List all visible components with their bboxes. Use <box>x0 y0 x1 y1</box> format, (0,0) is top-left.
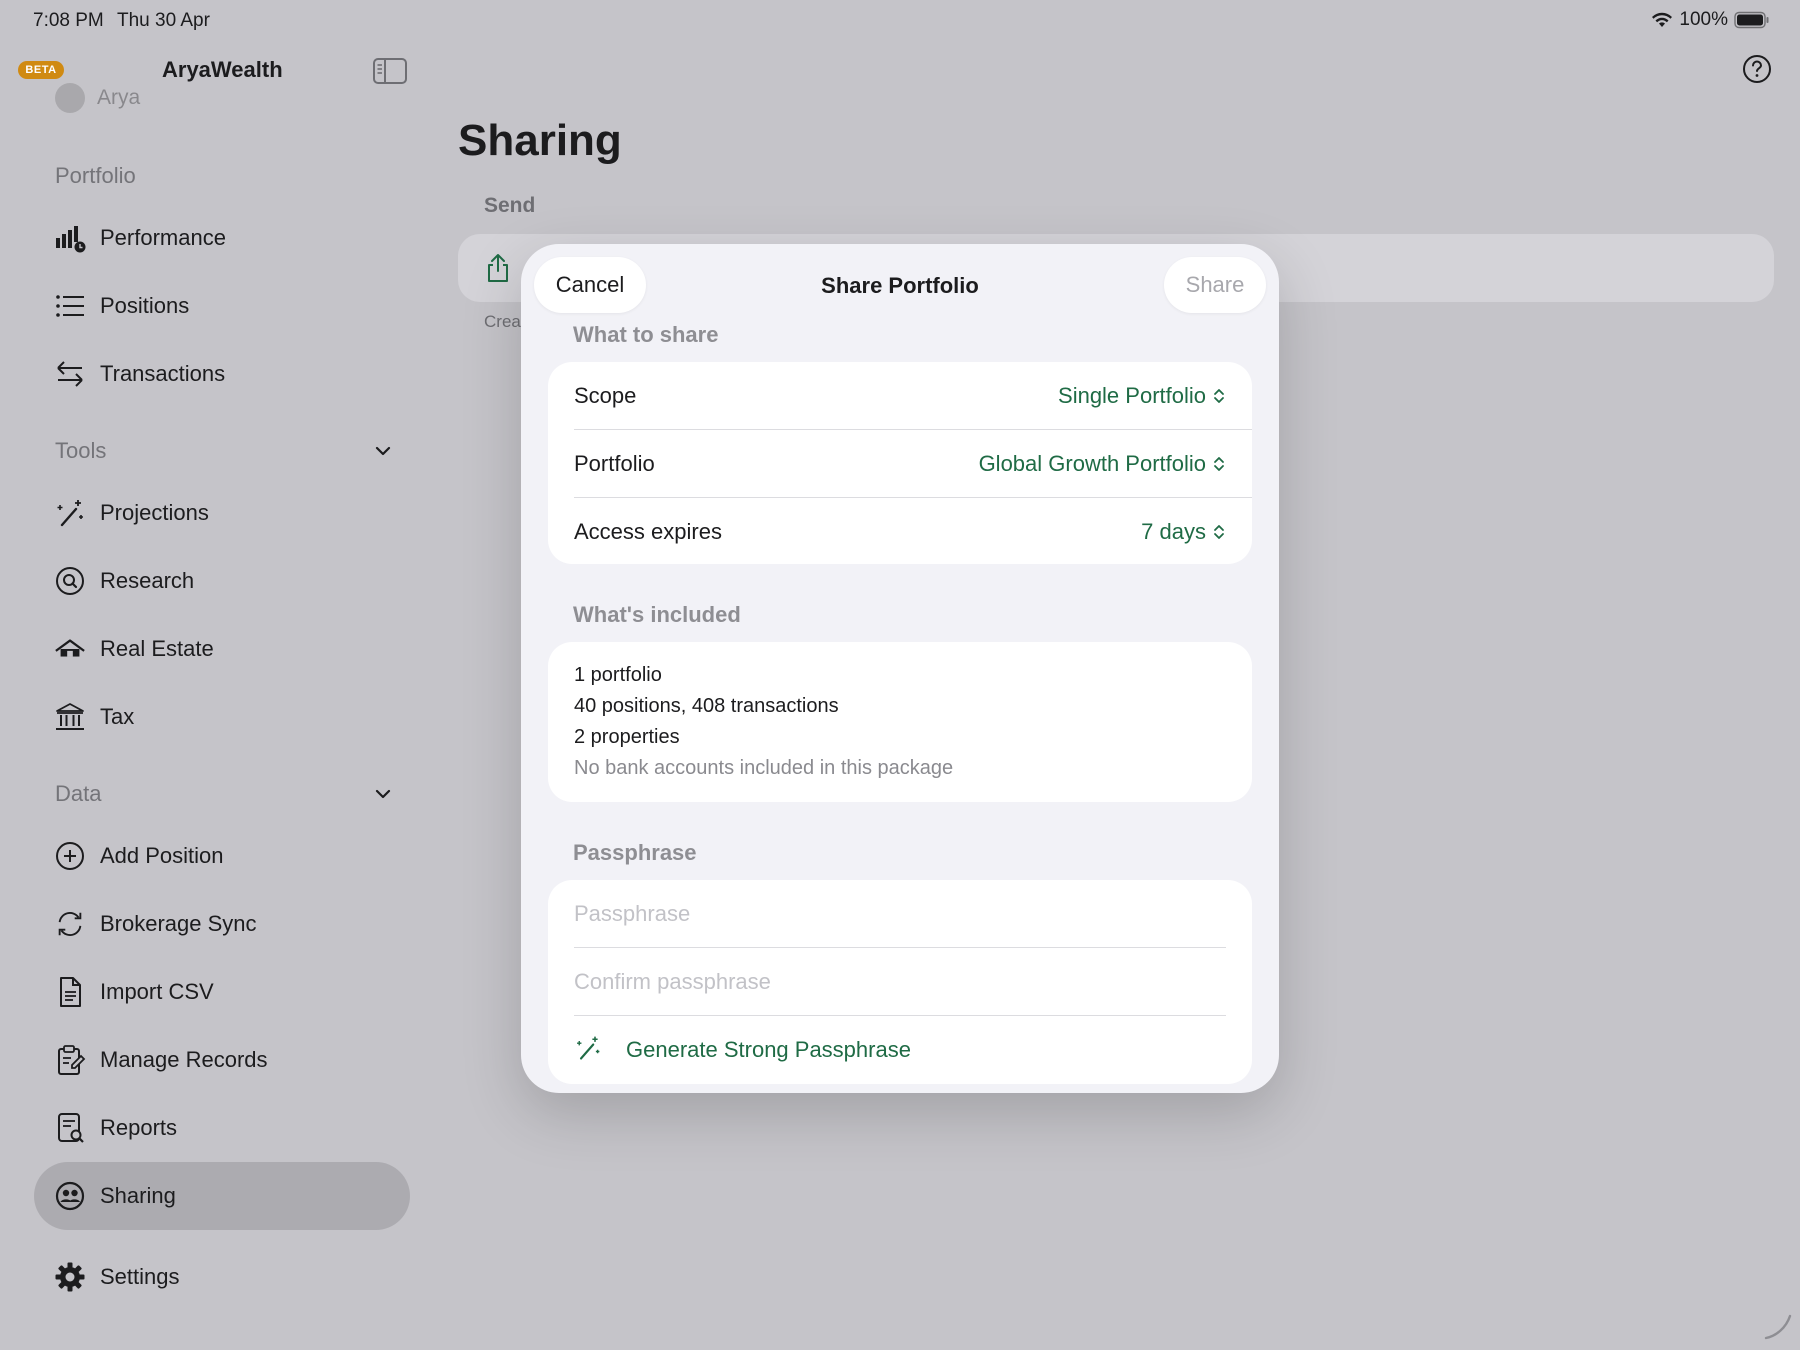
section-label-portfolio: Portfolio <box>55 163 136 188</box>
sidebar-item-transactions[interactable]: Transactions <box>34 340 410 408</box>
wifi-icon <box>1651 12 1673 28</box>
house-icon <box>54 633 86 665</box>
sidebar-item-reports[interactable]: Reports <box>34 1094 410 1162</box>
sidebar-item-brokerage-sync[interactable]: Brokerage Sync <box>34 890 410 958</box>
sidebar-item-label: Real Estate <box>100 636 214 661</box>
sidebar-item-settings[interactable]: Settings <box>34 1243 410 1311</box>
sidebar-item-label: Settings <box>100 1264 180 1289</box>
sidebar-item-label: Add Position <box>100 843 224 868</box>
chevron-down-icon[interactable] <box>372 440 394 462</box>
page-title: Sharing <box>458 116 622 165</box>
sidebar-item-tax[interactable]: Tax <box>34 683 410 751</box>
sync-icon <box>54 908 86 940</box>
list-icon <box>54 290 86 322</box>
portfolio-picker[interactable]: Global Growth Portfolio <box>979 451 1226 477</box>
arrows-left-right-icon <box>54 358 86 390</box>
access-expires-row[interactable]: Access expires 7 days <box>548 498 1252 566</box>
sidebar-item-label: Performance <box>100 225 226 250</box>
sidebar-item-label: Import CSV <box>100 979 214 1004</box>
whats-included-card: 1 portfolio 40 positions, 408 transactio… <box>548 642 1252 802</box>
confirm-passphrase-input[interactable] <box>574 948 1226 1015</box>
battery-icon <box>1734 11 1770 29</box>
sidebar-item-label: Brokerage Sync <box>100 911 257 936</box>
chevron-up-down-icon <box>1214 457 1224 471</box>
section-label-passphrase: Passphrase <box>573 840 697 865</box>
profile-name: Arya <box>97 86 141 109</box>
section-label-data: Data <box>55 781 102 806</box>
generate-passphrase-label: Generate Strong Passphrase <box>626 1037 911 1062</box>
picker-value: Global Growth Portfolio <box>978 451 1206 476</box>
people-circle-icon <box>54 1180 86 1212</box>
chevron-up-down-icon <box>1214 525 1224 539</box>
portfolio-row[interactable]: Portfolio Global Growth Portfolio <box>548 430 1252 498</box>
profile-row[interactable]: Arya <box>55 83 140 113</box>
chevron-up-down-icon <box>1214 389 1224 403</box>
send-caption: Crea <box>484 312 521 331</box>
sidebar-item-import-csv[interactable]: Import CSV <box>34 958 410 1026</box>
what-to-share-card: Scope Single Portfolio Portfolio Global … <box>548 362 1252 564</box>
magic-wand-icon <box>54 497 86 529</box>
sidebar-item-positions[interactable]: Positions <box>34 272 410 340</box>
status-time: 7:08 PM <box>33 10 104 31</box>
help-icon[interactable] <box>1742 54 1772 84</box>
sidebar-item-performance[interactable]: Performance <box>34 204 410 272</box>
scope-picker[interactable]: Single Portfolio <box>1058 383 1226 409</box>
sidebar-item-label: Sharing <box>100 1183 176 1208</box>
sidebar-item-real-estate[interactable]: Real Estate <box>34 615 410 683</box>
sidebar-item-label: Manage Records <box>100 1047 268 1072</box>
bank-building-icon <box>54 701 86 733</box>
scope-row[interactable]: Scope Single Portfolio <box>548 362 1252 430</box>
app-name: AryaWealth <box>162 57 283 82</box>
sidebar-item-label: Tax <box>100 704 135 729</box>
send-section-label: Send <box>484 194 536 217</box>
sidebar-item-sharing[interactable]: Sharing <box>34 1162 410 1230</box>
report-search-icon <box>54 1112 86 1144</box>
sidebar-item-label: Reports <box>100 1115 178 1140</box>
share-icon <box>482 252 514 284</box>
sidebar-item-label: Research <box>100 568 195 593</box>
chart-bars-icon <box>54 222 86 254</box>
plus-circle-icon <box>54 840 86 872</box>
search-icon <box>54 565 86 597</box>
sidebar-item-label: Projections <box>100 500 209 525</box>
chevron-down-icon[interactable] <box>372 783 394 805</box>
sidebar-item-research[interactable]: Research <box>34 547 410 615</box>
resize-handle-icon[interactable] <box>1762 1310 1794 1342</box>
row-label: Access expires <box>574 519 722 544</box>
share-portfolio-sheet: Cancel Share Portfolio Share What to sha… <box>521 244 1279 1093</box>
status-bar: 7:08 PM Thu 30 Apr 100% <box>0 0 1800 40</box>
included-line: 2 properties <box>574 726 680 748</box>
clipboard-edit-icon <box>54 1044 86 1076</box>
passphrase-input[interactable] <box>574 880 1226 947</box>
row-label: Scope <box>574 383 637 408</box>
row-label: Portfolio <box>574 451 655 476</box>
picker-value: Single Portfolio <box>1058 383 1206 408</box>
access-expires-picker[interactable]: 7 days <box>1141 519 1226 545</box>
share-button[interactable]: Share <box>1164 257 1266 313</box>
sidebar-toggle-icon[interactable] <box>372 57 408 85</box>
included-line: 40 positions, 408 transactions <box>574 695 839 717</box>
battery-percent: 100% <box>1679 9 1728 30</box>
sidebar-item-label: Positions <box>100 293 190 318</box>
sidebar-item-label: Transactions <box>100 361 226 386</box>
beta-badge: BETA <box>18 61 64 79</box>
document-icon <box>54 976 86 1008</box>
included-note: No bank accounts included in this packag… <box>574 757 954 779</box>
section-label-tools: Tools <box>55 438 107 463</box>
magic-wand-icon <box>574 1034 602 1067</box>
generate-passphrase-button[interactable]: Generate Strong Passphrase <box>574 1016 911 1084</box>
status-date: Thu 30 Apr <box>117 10 210 31</box>
avatar <box>55 83 85 113</box>
sidebar-item-add-position[interactable]: Add Position <box>34 822 410 890</box>
status-indicators: 100% <box>1651 9 1770 31</box>
sheet-header: Cancel Share Portfolio Share <box>521 244 1279 324</box>
sidebar-item-manage-records[interactable]: Manage Records <box>34 1026 410 1094</box>
passphrase-card: Generate Strong Passphrase <box>548 880 1252 1084</box>
section-label-what-to-share: What to share <box>573 322 719 347</box>
gear-icon <box>54 1261 86 1293</box>
included-line: 1 portfolio <box>574 664 662 686</box>
sidebar-item-projections[interactable]: Projections <box>34 479 410 547</box>
section-label-whats-included: What's included <box>573 602 741 627</box>
picker-value: 7 days <box>1141 519 1206 544</box>
